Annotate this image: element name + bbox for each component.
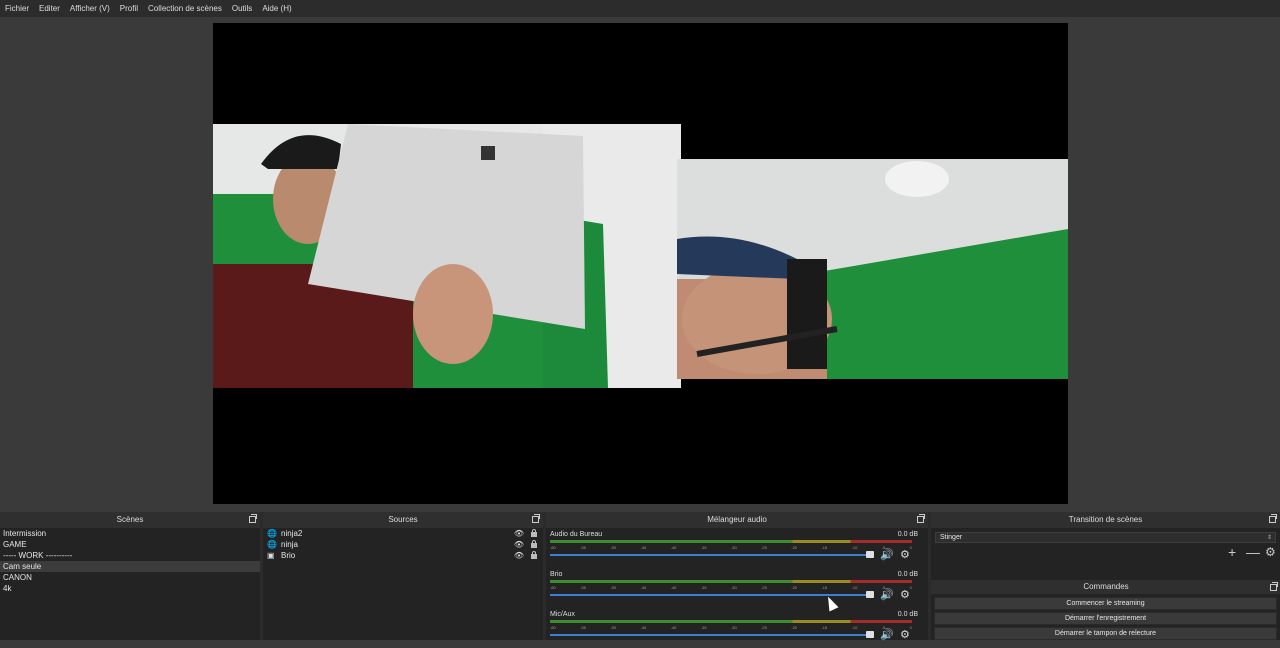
fader-handle[interactable]	[866, 591, 874, 598]
source-item[interactable]: 🌐 ninja2 👁	[263, 528, 543, 539]
start-streaming-button[interactable]: Commencer le streaming	[934, 597, 1277, 610]
volume-fader[interactable]	[550, 594, 874, 596]
source-item[interactable]: ▣ Brio 👁	[263, 550, 543, 561]
ninja2-feed-image	[213, 124, 681, 388]
commands-title: Commandes	[931, 580, 1280, 594]
sources-title: Sources	[263, 512, 543, 528]
scene-item[interactable]: GAME	[0, 539, 260, 550]
undock-icon[interactable]	[532, 514, 540, 523]
track-name: Brio	[550, 571, 563, 578]
track-name: Mic/Aux	[550, 611, 575, 618]
mixer-track: Mic/Aux 0.0 dB -60 -55 -50 -45 -40 -35 -30 -25-…	[546, 608, 928, 648]
speaker-icon[interactable]: 🔊	[880, 628, 894, 641]
source-label: Brio	[281, 551, 296, 560]
sources-dock: Sources 🌐 ninja2 👁 🌐 ninja 👁 ▣ Brio 👁	[263, 512, 543, 640]
eye-icon[interactable]: 👁	[514, 539, 524, 550]
lock-icon[interactable]	[531, 551, 537, 559]
menu-fichier[interactable]: Fichier	[0, 4, 34, 13]
track-db: 0.0 dB	[897, 531, 918, 538]
scene-item-selected[interactable]: Cam seule	[0, 561, 260, 572]
menu-afficher[interactable]: Afficher (V)	[65, 4, 115, 13]
transition-select[interactable]: Stinger ⇕	[935, 532, 1276, 543]
speaker-icon[interactable]: 🔊	[880, 548, 894, 561]
undock-icon[interactable]	[917, 514, 925, 523]
dock-area: Scènes Intermission GAME ----- WORK ----…	[0, 512, 1280, 641]
volume-meter	[550, 620, 912, 623]
gear-icon[interactable]: ⚙	[900, 588, 910, 601]
volume-meter	[550, 540, 912, 543]
meter-ticks: -60 -55 -50 -45 -40 -35 -30 -25 -20 -15 -10 -5 0	[550, 585, 912, 590]
scene-item[interactable]: ----- WORK ----------	[0, 550, 260, 561]
gear-icon[interactable]: ⚙	[900, 548, 910, 561]
source-label: ninja	[281, 540, 298, 549]
menu-profil[interactable]: Profil	[115, 4, 143, 13]
spin-arrows-icon[interactable]: ⇕	[1267, 533, 1272, 543]
track-db: 0.0 dB	[897, 571, 918, 578]
meter-ticks: -60 -55 -50 -45 -40 -35 -30 -25 -20 -15 -10 -5 0	[550, 625, 912, 630]
globe-icon: 🌐	[267, 540, 277, 549]
menu-outils[interactable]: Outils	[227, 4, 257, 13]
menu-collection-scenes[interactable]: Collection de scènes	[143, 4, 227, 13]
undock-icon[interactable]	[1270, 582, 1278, 591]
transitions-dock: Transition de scènes Stinger ⇕ + — ⚙ Com…	[931, 512, 1280, 640]
fader-handle[interactable]	[866, 631, 874, 638]
transition-value: Stinger	[940, 534, 963, 541]
volume-fader[interactable]	[550, 554, 874, 556]
scene-item[interactable]: 4k	[0, 583, 260, 594]
menu-aide[interactable]: Aide (H)	[257, 4, 296, 13]
track-name: Audio du Bureau	[550, 531, 603, 538]
ninja-camera-feed[interactable]	[677, 159, 1068, 379]
track-db: 0.0 dB	[897, 611, 918, 618]
menu-bar: Fichier Editer Afficher (V) Profil Colle…	[0, 0, 1280, 17]
mixer-track: Audio du Bureau 0.0 dB -60 -55 -50 -45 -40 -3…	[546, 528, 928, 568]
menu-editer[interactable]: Editer	[34, 4, 65, 13]
volume-meter	[550, 580, 912, 583]
camera-icon: ▣	[267, 551, 275, 560]
scenes-title: Scènes	[0, 512, 260, 528]
transitions-title: Transition de scènes	[931, 512, 1280, 528]
audio-mixer-dock: Mélangeur audio Audio du Bureau 0.0 dB -…	[546, 512, 928, 641]
source-item[interactable]: 🌐 ninja 👁	[263, 539, 543, 550]
source-label: ninja2	[281, 529, 303, 538]
undock-icon[interactable]	[249, 514, 257, 523]
gear-icon[interactable]: ⚙	[1265, 545, 1276, 559]
mixer-track: Brio 0.0 dB -60 -55 -50 -45 -40 -35 -30 -25 -20-…	[546, 568, 928, 608]
globe-icon: 🌐	[267, 529, 277, 538]
eye-icon[interactable]: 👁	[514, 550, 524, 561]
scene-item[interactable]: CANON	[0, 572, 260, 583]
scenes-dock: Scènes Intermission GAME ----- WORK ----…	[0, 512, 260, 640]
meter-ticks: -60 -55 -50 -45 -40 -35 -30 -25 -20 -15 -10 -5 0	[550, 545, 912, 550]
fader-handle[interactable]	[866, 551, 874, 558]
undock-icon[interactable]	[1269, 514, 1277, 523]
start-recording-button[interactable]: Démarrer l'enregistrement	[934, 612, 1277, 625]
ninja2-camera-feed[interactable]	[213, 124, 681, 388]
eye-icon[interactable]: 👁	[514, 528, 524, 539]
preview-canvas[interactable]	[213, 23, 1068, 504]
speaker-icon[interactable]: 🔊	[880, 588, 894, 601]
scene-item[interactable]: Intermission	[0, 528, 260, 539]
mixer-title: Mélangeur audio	[546, 512, 928, 528]
plus-icon[interactable]: +	[1228, 545, 1236, 559]
lock-icon[interactable]	[531, 529, 537, 537]
ninja-feed-image	[677, 159, 1068, 379]
lock-icon[interactable]	[531, 540, 537, 548]
start-replay-buffer-button[interactable]: Démarrer le tampon de relecture	[934, 627, 1277, 640]
volume-fader[interactable]	[550, 634, 874, 636]
gear-icon[interactable]: ⚙	[900, 628, 910, 641]
minus-icon[interactable]: —	[1246, 545, 1260, 559]
